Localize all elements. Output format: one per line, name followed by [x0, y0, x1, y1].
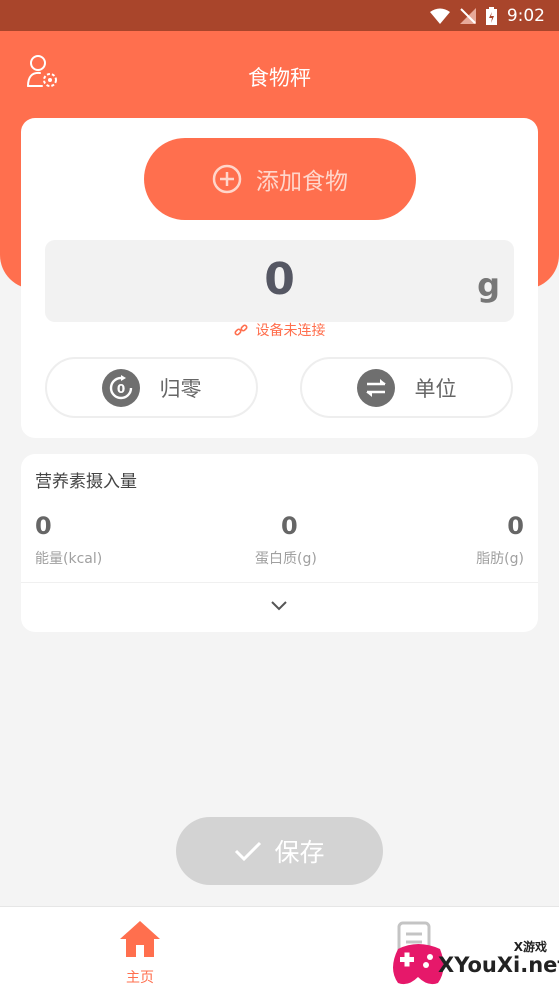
svg-text:0: 0: [116, 382, 124, 396]
zero-label: 归零: [159, 376, 202, 401]
battery-charging-icon: [485, 6, 497, 25]
add-food-button[interactable]: 添加食物: [144, 138, 416, 220]
wifi-icon: [429, 8, 450, 24]
nav-home[interactable]: 主页: [110, 919, 170, 986]
fat-label: 脂肪(g): [476, 551, 524, 567]
device-status[interactable]: 设备未连接: [21, 320, 538, 340]
check-icon: [235, 841, 262, 862]
nutrition-card: 营养素摄入量 0 能量(kcal) 0 蛋白质(g) 0 脂肪(g): [21, 454, 538, 632]
swap-icon: [356, 368, 395, 407]
watermark: X游戏 XYouXi.net: [388, 933, 559, 994]
home-icon: [120, 921, 160, 957]
protein-value: 0: [281, 512, 298, 540]
fat-value: 0: [507, 512, 524, 540]
chevron-down-icon[interactable]: [270, 600, 288, 612]
page-title: 食物秤: [248, 66, 311, 90]
status-bar: 9:02: [0, 0, 559, 31]
save-button[interactable]: 保存: [176, 817, 383, 885]
protein-label: 蛋白质(g): [255, 551, 317, 567]
link-broken-icon: [233, 324, 248, 336]
add-food-label: 添加食物: [256, 169, 348, 195]
zero-button[interactable]: 0 归零: [45, 357, 258, 418]
nav-home-label: 主页: [126, 970, 154, 986]
unit-button[interactable]: 单位: [300, 357, 513, 418]
watermark-text: XYouXi.net: [438, 953, 559, 977]
weight-display: 0 g: [45, 240, 514, 322]
divider: [21, 582, 538, 583]
weight-value: 0: [264, 254, 295, 305]
save-label: 保存: [274, 838, 325, 867]
device-status-label: 设备未连接: [255, 323, 326, 339]
status-time: 9:02: [506, 5, 545, 26]
plus-circle-icon: [212, 164, 242, 194]
energy-value: 0: [35, 512, 52, 540]
unit-label: 单位: [414, 376, 457, 401]
signal-off-icon: [459, 7, 476, 24]
scale-card: 添加食物 0 g 设备未连接 0 归零 单位: [21, 118, 538, 438]
weight-unit: g: [477, 266, 500, 304]
nutrition-title: 营养素摄入量: [35, 472, 137, 492]
reset-icon: 0: [101, 368, 140, 407]
energy-label: 能量(kcal): [35, 551, 103, 567]
